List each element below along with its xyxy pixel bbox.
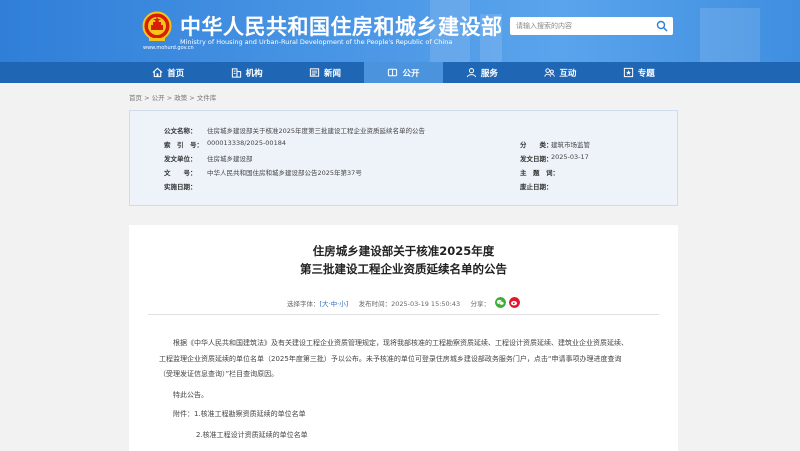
nav-item-label: 新闻 bbox=[324, 68, 342, 79]
home-icon bbox=[152, 67, 163, 78]
breadcrumb: 首页 > 公开 > 政策 > 文件库 bbox=[129, 92, 216, 102]
breadcrumb-separator: > bbox=[166, 94, 173, 102]
nav-item-news[interactable]: 新闻 bbox=[286, 62, 364, 83]
nav-item-label: 首页 bbox=[167, 68, 185, 79]
national-emblem-icon[interactable] bbox=[142, 11, 172, 43]
breadcrumb-item-home[interactable]: 首页 bbox=[129, 94, 142, 102]
info-row-docno: 文 号： 中华人民共和国住房和城乡建设部公告2025年第37号 主 题 词： bbox=[130, 167, 679, 177]
breadcrumb-item-policy[interactable]: 政策 bbox=[174, 94, 187, 102]
info-subject-value: 住房城乡建设部关于核准2025年度第三批建设工程企业资质延续名单的公告 bbox=[207, 127, 426, 135]
interact-icon bbox=[544, 68, 556, 77]
info-category-value: 建筑市场监管 bbox=[551, 141, 590, 149]
open-icon bbox=[388, 68, 398, 77]
paragraph-line: 根据《中华人民共和国建筑法》及有关建设工程企业资质管理规定，现将我部核准的工程勘… bbox=[173, 339, 628, 347]
info-label: 实施日期： bbox=[164, 183, 197, 191]
article-title-line2: 第三批建设工程企业资质延续名单的公告 bbox=[300, 262, 507, 276]
nav-item-service[interactable]: 服务 bbox=[443, 62, 521, 83]
weibo-share-icon[interactable] bbox=[509, 297, 520, 308]
article-meta: 选择字体：[大·中·小] 发布时间：2025-03-19 15:50:43 分享… bbox=[287, 298, 490, 308]
nav-item-label: 互动 bbox=[559, 68, 577, 79]
nav-item-label: 专题 bbox=[637, 68, 655, 79]
breadcrumb-separator: > bbox=[189, 94, 195, 102]
document-info-panel: 公文名称： 住房城乡建设部关于核准2025年度第三批建设工程企业资质延续名单的公… bbox=[129, 110, 678, 206]
paragraph-line: （受理发证信息查询）”栏目查询原因。 bbox=[159, 370, 279, 378]
article-title-line1: 住房城乡建设部关于核准2025年度 bbox=[312, 244, 495, 258]
info-label: 分 类： bbox=[520, 141, 553, 149]
nav-item-label: 服务 bbox=[480, 68, 498, 79]
info-label: 索 引 号： bbox=[164, 141, 203, 149]
attachment-label: 附件： bbox=[173, 410, 194, 418]
info-label: 主 题 词： bbox=[520, 169, 559, 177]
site-title[interactable]: 中华人民共和国住房和城乡建设部 bbox=[180, 11, 503, 41]
info-docno-value: 中华人民共和国住房和城乡建设部公告2025年第37号 bbox=[207, 169, 362, 177]
closing-text: 特此公告。 bbox=[173, 391, 208, 399]
nav-item-public[interactable]: 公开 bbox=[364, 62, 443, 83]
wechat-share-icon[interactable] bbox=[495, 297, 506, 308]
nav-item-home[interactable]: 首页 bbox=[129, 62, 207, 83]
info-label: 废止日期： bbox=[520, 183, 553, 191]
share-label: 分享： bbox=[470, 300, 490, 308]
topic-icon bbox=[623, 67, 633, 78]
nav-item-topics[interactable]: 专题 bbox=[600, 62, 678, 83]
nav-item-label: 机构 bbox=[245, 68, 263, 79]
meta-divider bbox=[148, 314, 659, 315]
main-nav: 首页 机构 新闻 公开 服务 互动 专题 bbox=[0, 62, 800, 83]
search-input[interactable] bbox=[516, 19, 646, 33]
service-icon bbox=[466, 68, 477, 78]
breadcrumb-separator: > bbox=[144, 94, 150, 102]
publish-time-label: 发布时间： bbox=[358, 300, 392, 308]
info-row-issuer: 发文单位： 住房城乡建设部 发文日期： 2025-03-17 bbox=[130, 153, 679, 163]
info-date-value: 2025-03-17 bbox=[551, 153, 589, 161]
breadcrumb-item-library[interactable]: 文件库 bbox=[197, 94, 217, 102]
attachment-link-1[interactable]: 1.核准工程勘察资质延续的单位名单 bbox=[194, 410, 306, 418]
nav-item-interaction[interactable]: 互动 bbox=[521, 62, 599, 83]
site-title-english: Ministry of Housing and Urban-Rural Deve… bbox=[180, 38, 453, 46]
attachment-row: 附件：1.核准工程勘察资质延续的单位名单 bbox=[173, 409, 306, 419]
building-icon bbox=[231, 68, 241, 78]
nav-item-label: 公开 bbox=[402, 68, 420, 79]
site-url: www.mohurd.gov.cn bbox=[143, 45, 194, 51]
nav-item-organization[interactable]: 机构 bbox=[207, 62, 285, 83]
info-label: 文 号： bbox=[164, 169, 197, 177]
info-row-index: 索 引 号： 000013338/2025-00184 分 类： 建筑市场监管 bbox=[130, 139, 679, 149]
header-decoration bbox=[700, 8, 760, 62]
site-header: 中华人民共和国住房和城乡建设部 Ministry of Housing and … bbox=[0, 0, 800, 62]
info-label: 发文单位： bbox=[164, 155, 197, 163]
info-row-subject: 公文名称： 住房城乡建设部关于核准2025年度第三批建设工程企业资质延续名单的公… bbox=[130, 125, 679, 135]
article-panel: 住房城乡建设部关于核准2025年度 第三批建设工程企业资质延续名单的公告 选择字… bbox=[129, 225, 678, 451]
breadcrumb-item-public[interactable]: 公开 bbox=[152, 94, 165, 102]
news-icon bbox=[309, 68, 320, 77]
paragraph-line: 工程监理企业资质延续的单位名单（2025年度第三批）予以公布。未予核准的单位可登… bbox=[159, 355, 622, 363]
font-size-label: 选择字体： bbox=[287, 300, 320, 308]
info-row-effective: 实施日期： 废止日期： bbox=[130, 181, 679, 191]
publish-time-value: 2025-03-19 15:50:43 bbox=[391, 300, 461, 308]
info-index-value: 000013338/2025-00184 bbox=[207, 139, 286, 147]
info-label: 发文日期： bbox=[520, 155, 553, 163]
search-icon[interactable] bbox=[656, 20, 668, 32]
font-size-bracket: ] bbox=[345, 300, 349, 308]
attachment-link-2[interactable]: 2.核准工程设计资质延续的单位名单 bbox=[196, 430, 308, 440]
info-label: 公文名称： bbox=[164, 127, 197, 135]
info-issuer-value: 住房城乡建设部 bbox=[207, 155, 253, 163]
search-box bbox=[510, 17, 673, 35]
